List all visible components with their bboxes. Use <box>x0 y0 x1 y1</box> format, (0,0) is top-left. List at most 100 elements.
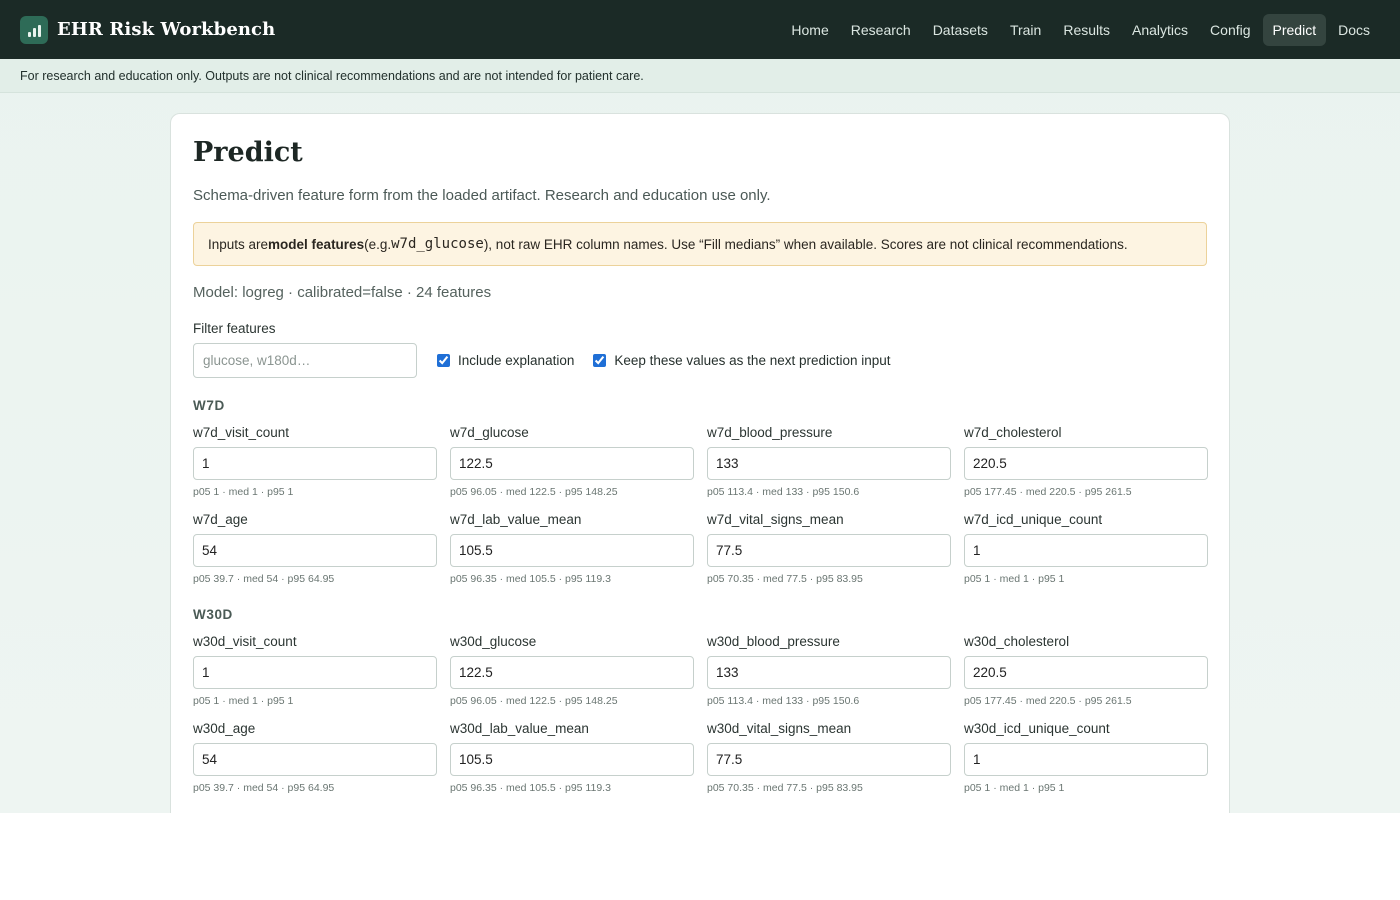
app-viewport: EHR Risk Workbench Home Research Dataset… <box>0 0 1400 813</box>
feature-input[interactable] <box>707 447 951 480</box>
feature-percentile-hint: p05 177.45 · med 220.5 · p95 261.5 <box>964 486 1132 498</box>
keep-values-checkbox[interactable] <box>593 354 607 367</box>
nav-home[interactable]: Home <box>781 14 838 46</box>
feature-field: w30d_age p05 39.7 · med 54 · p95 64.95 <box>193 722 437 794</box>
filter-features-input[interactable] <box>193 343 417 378</box>
feature-grid-w7d: w7d_visit_count p05 1 · med 1 · p95 1 w7… <box>193 425 1208 585</box>
feature-percentile-hint: p05 96.35 · med 105.5 · p95 119.3 <box>450 782 611 794</box>
feature-field: w30d_glucose p05 96.05 · med 122.5 · p95… <box>450 635 694 707</box>
feature-label: w7d_icd_unique_count <box>964 512 1103 527</box>
include-explanation-option[interactable]: Include explanation <box>437 353 574 368</box>
nav-docs[interactable]: Docs <box>1328 14 1380 46</box>
feature-input[interactable] <box>964 656 1208 689</box>
feature-input[interactable] <box>450 534 694 567</box>
feature-percentile-hint: p05 39.7 · med 54 · p95 64.95 <box>193 573 335 585</box>
feature-label: w7d_glucose <box>450 425 529 440</box>
nav-train[interactable]: Train <box>1000 14 1051 46</box>
feature-label: w30d_glucose <box>450 634 537 649</box>
feature-label: w30d_age <box>193 721 256 736</box>
model-summary: Model: logreg · calibrated=false · 24 fe… <box>193 284 492 301</box>
bar-chart-logo-icon <box>20 15 48 44</box>
feature-label: w7d_visit_count <box>193 425 290 440</box>
include-explanation-label: Include explanation <box>458 353 575 368</box>
feature-label: w30d_cholesterol <box>964 634 1070 649</box>
feature-input[interactable] <box>707 743 951 776</box>
feature-field: w7d_blood_pressure p05 113.4 · med 133 ·… <box>707 426 951 498</box>
feature-label: w30d_visit_count <box>193 634 297 649</box>
feature-percentile-hint: p05 1 · med 1 · p95 1 <box>193 695 294 707</box>
feature-field: w7d_icd_unique_count p05 1 · med 1 · p95… <box>964 513 1208 585</box>
feature-percentile-hint: p05 113.4 · med 133 · p95 150.6 <box>707 486 860 498</box>
feature-field: w30d_lab_value_mean p05 96.35 · med 105.… <box>450 722 694 794</box>
filter-row: Include explanation Keep these values as… <box>193 343 1207 378</box>
feature-label: w7d_lab_value_mean <box>450 512 582 527</box>
feature-percentile-hint: p05 70.35 · med 77.5 · p95 83.95 <box>707 782 863 794</box>
app-title: EHR Risk Workbench <box>57 19 276 40</box>
feature-field: w7d_lab_value_mean p05 96.35 · med 105.5… <box>450 513 694 585</box>
notice-text-2: (e.g. <box>364 236 392 252</box>
feature-field: w7d_age p05 39.7 · med 54 · p95 64.95 <box>193 513 437 585</box>
feature-input[interactable] <box>964 447 1208 480</box>
feature-field: w30d_icd_unique_count p05 1 · med 1 · p9… <box>964 722 1208 794</box>
nav-config[interactable]: Config <box>1200 14 1260 46</box>
feature-field: w30d_blood_pressure p05 113.4 · med 133 … <box>707 635 951 707</box>
feature-input[interactable] <box>193 743 437 776</box>
disclaimer-banner: For research and education only. Outputs… <box>0 59 1400 93</box>
feature-field: w30d_visit_count p05 1 · med 1 · p95 1 <box>193 635 437 707</box>
feature-percentile-hint: p05 1 · med 1 · p95 1 <box>964 782 1065 794</box>
model-features-notice: Inputs are model features (e.g. w7d_gluc… <box>193 222 1207 266</box>
feature-label: w7d_age <box>193 512 248 527</box>
feature-input[interactable] <box>450 447 694 480</box>
feature-input[interactable] <box>964 743 1208 776</box>
feature-percentile-hint: p05 96.35 · med 105.5 · p95 119.3 <box>450 573 611 585</box>
feature-input[interactable] <box>193 534 437 567</box>
notice-bold: model features <box>268 236 365 252</box>
feature-input[interactable] <box>450 656 694 689</box>
filter-label: Filter features <box>193 321 276 336</box>
feature-grid-w30d: w30d_visit_count p05 1 · med 1 · p95 1 w… <box>193 635 1208 794</box>
notice-code: w7d_glucose <box>391 236 484 252</box>
feature-label: w30d_blood_pressure <box>707 634 840 649</box>
page-title: Predict <box>193 137 303 168</box>
feature-input[interactable] <box>193 447 437 480</box>
feature-field: w30d_vital_signs_mean p05 70.35 · med 77… <box>707 722 951 794</box>
feature-percentile-hint: p05 96.05 · med 122.5 · p95 148.25 <box>450 695 618 707</box>
feature-percentile-hint: p05 177.45 · med 220.5 · p95 261.5 <box>964 695 1132 707</box>
brand[interactable]: EHR Risk Workbench <box>20 15 276 44</box>
feature-label: w7d_cholesterol <box>964 425 1062 440</box>
group-title-w30d: W30D <box>193 607 233 622</box>
feature-input[interactable] <box>707 656 951 689</box>
feature-percentile-hint: p05 1 · med 1 · p95 1 <box>964 573 1065 585</box>
notice-text-1: Inputs are <box>208 236 269 252</box>
top-navbar: EHR Risk Workbench Home Research Dataset… <box>0 0 1400 59</box>
feature-field: w30d_cholesterol p05 177.45 · med 220.5 … <box>964 635 1208 707</box>
feature-label: w30d_vital_signs_mean <box>707 721 852 736</box>
feature-label: w7d_blood_pressure <box>707 425 833 440</box>
feature-input[interactable] <box>193 656 437 689</box>
include-explanation-checkbox[interactable] <box>437 354 450 367</box>
nav-predict[interactable]: Predict <box>1262 13 1327 46</box>
feature-percentile-hint: p05 70.35 · med 77.5 · p95 83.95 <box>707 573 863 585</box>
nav-results[interactable]: Results <box>1053 14 1120 46</box>
feature-percentile-hint: p05 1 · med 1 · p95 1 <box>193 486 294 498</box>
nav-datasets[interactable]: Datasets <box>923 14 998 46</box>
group-title-w7d: W7D <box>193 398 225 413</box>
feature-label: w7d_vital_signs_mean <box>707 512 844 527</box>
nav-analytics[interactable]: Analytics <box>1122 14 1198 46</box>
feature-field: w7d_cholesterol p05 177.45 · med 220.5 ·… <box>964 426 1208 498</box>
keep-values-label: Keep these values as the next prediction… <box>614 353 891 368</box>
feature-field: w7d_vital_signs_mean p05 70.35 · med 77.… <box>707 513 951 585</box>
feature-field: w7d_glucose p05 96.05 · med 122.5 · p95 … <box>450 426 694 498</box>
feature-input[interactable] <box>450 743 694 776</box>
feature-input[interactable] <box>707 534 951 567</box>
feature-input[interactable] <box>964 534 1208 567</box>
notice-text-3: ), not raw EHR column names. Use “Fill m… <box>483 236 1128 252</box>
page-subtitle: Schema-driven feature form from the load… <box>193 187 771 204</box>
keep-values-option[interactable]: Keep these values as the next prediction… <box>593 353 891 368</box>
feature-percentile-hint: p05 39.7 · med 54 · p95 64.95 <box>193 782 335 794</box>
feature-percentile-hint: p05 96.05 · med 122.5 · p95 148.25 <box>450 486 618 498</box>
feature-label: w30d_lab_value_mean <box>450 721 589 736</box>
feature-label: w30d_icd_unique_count <box>964 721 1110 736</box>
nav-research[interactable]: Research <box>841 14 921 46</box>
feature-percentile-hint: p05 113.4 · med 133 · p95 150.6 <box>707 695 860 707</box>
